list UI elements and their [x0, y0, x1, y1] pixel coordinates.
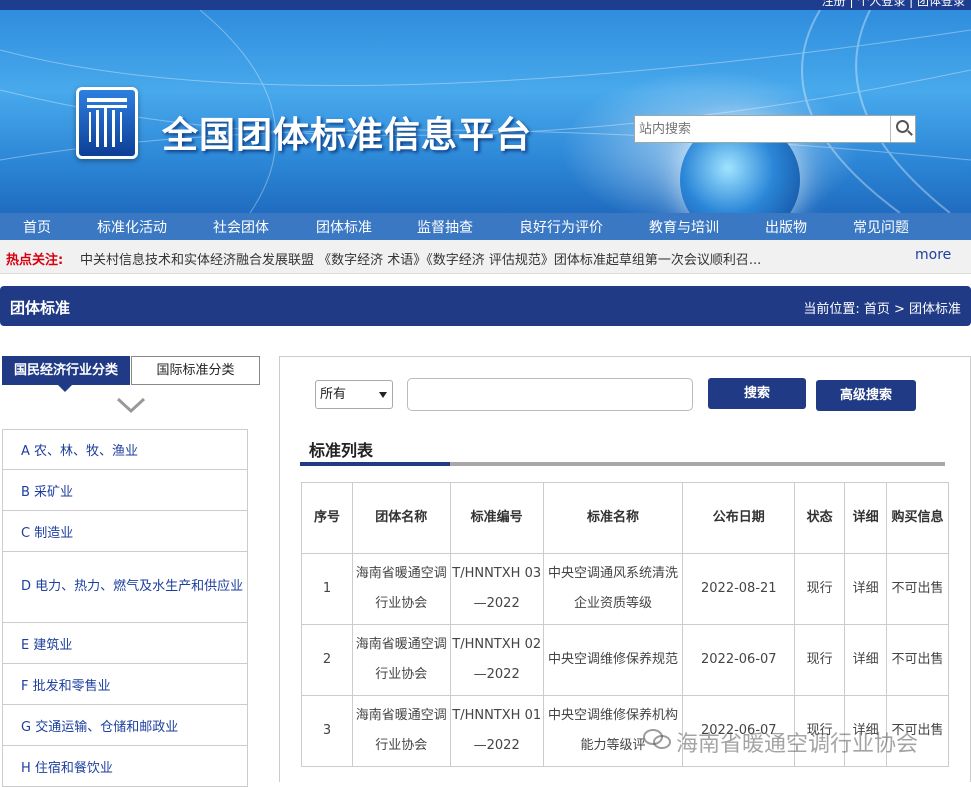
tab-industry-classification[interactable]: 国民经济行业分类 [2, 356, 130, 385]
table-header-row: 序号 团体名称 标准编号 标准名称 公布日期 状态 详细 购买信息 [301, 482, 949, 554]
col-code: 标准编号 [449, 482, 544, 554]
category-item[interactable]: G 交通运输、仓储和邮政业 [2, 705, 248, 746]
col-detail: 详细 [844, 482, 888, 554]
hot-topics-bar: 热点关注: 中关村信息技术和实体经济融合发展联盟 《数字经济 术语》《数字经济 … [0, 240, 971, 274]
nav-faq[interactable]: 常见问题 [853, 217, 909, 237]
nav-publications[interactable]: 出版物 [765, 217, 807, 237]
top-login-links[interactable]: 注册 | 个人登录 | 团体登录 [822, 0, 965, 9]
cell-org: 海南省暖通空调行业协会 [351, 695, 451, 767]
col-status: 状态 [794, 482, 846, 554]
top-bar: 注册 | 个人登录 | 团体登录 [0, 0, 971, 10]
title-underline-rest [450, 462, 945, 466]
cell-buy: 不可出售 [886, 553, 949, 625]
table-row: 1 海南省暖通空调行业协会 T/HNNTXH 03—2022 中央空调通风系统清… [301, 553, 949, 625]
hot-topic-link[interactable]: 中关村信息技术和实体经济融合发展联盟 《数字经济 术语》《数字经济 评估规范》团… [80, 249, 840, 268]
category-item[interactable]: B 采矿业 [2, 470, 248, 511]
category-item[interactable]: H 住宿和餐饮业 [2, 746, 248, 787]
col-no: 序号 [301, 482, 353, 554]
wechat-icon [643, 729, 671, 749]
filter-select[interactable]: 所有 [315, 380, 393, 409]
col-date: 公布日期 [682, 482, 796, 554]
category-item[interactable]: C 制造业 [2, 511, 248, 552]
cell-name: 中央空调维修保养规范 [542, 624, 684, 696]
category-list: A 农、林、牧、渔业 B 采矿业 C 制造业 D 电力、热力、燃气及水生产和供应… [2, 429, 248, 787]
advanced-search-button[interactable]: 高级搜索 [816, 380, 916, 411]
nav-standardization[interactable]: 标准化活动 [97, 217, 167, 237]
chevron-down-icon[interactable] [116, 396, 146, 416]
list-title: 标准列表 [309, 441, 374, 460]
breadcrumb[interactable]: 当前位置: 首页 > 团体标准 [803, 298, 961, 317]
cell-code: T/HNNTXH 03—2022 [449, 553, 544, 625]
col-name: 标准名称 [542, 482, 684, 554]
cell-date: 2022-08-21 [682, 553, 796, 625]
cell-buy: 不可出售 [886, 624, 949, 696]
cell-name: 中央空调通风系统清洗企业资质等级 [542, 553, 684, 625]
more-link[interactable]: more [915, 247, 951, 263]
site-title: 全国团体标准信息平台 [162, 115, 533, 156]
category-item[interactable]: F 批发和零售业 [2, 664, 248, 705]
hot-topics-label: 热点关注: [6, 253, 64, 268]
cell-no: 2 [301, 624, 353, 696]
tab-international-classification[interactable]: 国际标准分类 [131, 356, 260, 385]
category-item[interactable]: D 电力、热力、燃气及水生产和供应业 [2, 552, 248, 623]
site-logo[interactable] [76, 87, 138, 159]
standards-table: 序号 团体名称 标准编号 标准名称 公布日期 状态 详细 购买信息 1 海南省暖… [301, 482, 949, 767]
nav-social-groups[interactable]: 社会团体 [213, 217, 269, 237]
cell-org: 海南省暖通空调行业协会 [351, 624, 451, 696]
cell-org: 海南省暖通空调行业协会 [351, 553, 451, 625]
cell-status: 现行 [794, 624, 846, 696]
cell-code: T/HNNTXH 01—2022 [449, 695, 544, 767]
site-search-button[interactable] [890, 116, 915, 142]
nav-good-behavior[interactable]: 良好行为评价 [519, 217, 603, 237]
caret-down-icon [379, 392, 387, 398]
main-nav: 首页 标准化活动 社会团体 团体标准 监督抽查 良好行为评价 教育与培训 出版物… [0, 213, 971, 240]
nav-education[interactable]: 教育与培训 [649, 217, 719, 237]
col-org: 团体名称 [351, 482, 451, 554]
nav-group-standards[interactable]: 团体标准 [316, 217, 372, 237]
header-banner: 全国团体标准信息平台 [0, 10, 971, 213]
nav-home[interactable]: 首页 [23, 217, 51, 237]
cell-no: 1 [301, 553, 353, 625]
site-search [634, 115, 916, 143]
cell-date: 2022-06-07 [682, 624, 796, 696]
cell-status: 现行 [794, 553, 846, 625]
filter-select-value: 所有 [320, 387, 347, 402]
detail-link[interactable]: 详细 [844, 553, 888, 625]
site-search-input[interactable] [635, 116, 891, 142]
detail-link[interactable]: 详细 [844, 624, 888, 696]
cell-code: T/HNNTXH 02—2022 [449, 624, 544, 696]
page-title: 团体标准 [10, 299, 71, 317]
category-item[interactable]: A 农、林、牧、渔业 [2, 429, 248, 470]
section-header: 团体标准 当前位置: 首页 > 团体标准 [0, 286, 971, 326]
title-underline [300, 462, 450, 466]
category-item[interactable]: E 建筑业 [2, 623, 248, 664]
keyword-input[interactable] [407, 378, 693, 411]
active-tab-pointer [58, 385, 72, 392]
table-row: 2 海南省暖通空调行业协会 T/HNNTXH 02—2022 中央空调维修保养规… [301, 624, 949, 696]
cell-no: 3 [301, 695, 353, 767]
nav-supervision[interactable]: 监督抽查 [417, 217, 473, 237]
watermark-text: 海南省暖通空调行业协会 [676, 732, 919, 757]
col-buy: 购买信息 [886, 482, 949, 554]
search-button[interactable]: 搜索 [708, 378, 806, 409]
